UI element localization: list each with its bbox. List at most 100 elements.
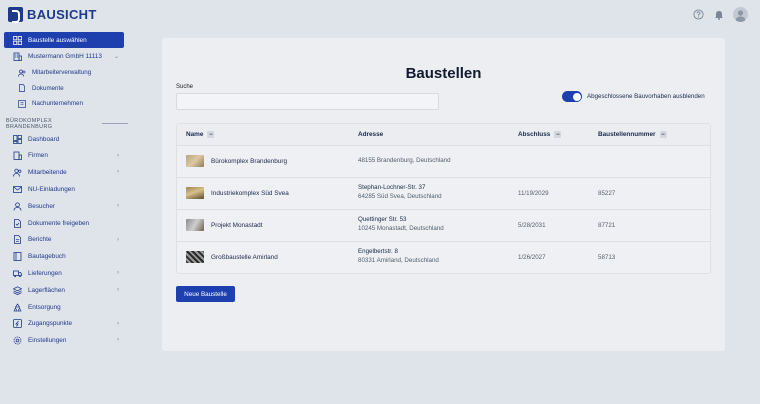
site-thumbnail: [186, 155, 204, 167]
logo[interactable]: BAUSICHT: [8, 7, 97, 23]
site-number: 85227: [598, 190, 616, 197]
table-row[interactable]: Projekt Monastadt Quettinger Str. 53 1024…: [177, 210, 710, 242]
sidebar-item-label: Lieferungen: [28, 270, 62, 278]
sidebar-item-deliveries[interactable]: Lieferungen ›: [0, 265, 128, 282]
recycle-icon: [13, 303, 22, 312]
search-input[interactable]: [176, 93, 439, 110]
site-end-date: 11/19/2029: [518, 190, 549, 197]
sidebar-item-label: Bautagebuch: [28, 253, 66, 261]
site-name: Projekt Monastadt: [211, 222, 263, 229]
site-address: Quettinger Str. 53 10245 Monastadt, Deuts…: [358, 216, 444, 232]
sidebar-item-settings[interactable]: Einstellungen ›: [0, 332, 128, 349]
sidebar-item-label: Firmen: [28, 152, 48, 160]
gear-icon: [13, 336, 22, 345]
dashboard-icon: [13, 134, 22, 144]
site-name: Industriekomplex Süd Svea: [211, 190, 289, 197]
table-row[interactable]: Großbaustelle Amirland Engelbertstr. 8 80…: [177, 242, 710, 274]
sidebar-item-visitors[interactable]: Besucher ›: [0, 198, 128, 215]
avatar[interactable]: [733, 7, 748, 22]
table-row[interactable]: Bürokomplex Brandenburg 48155 Brandenbur…: [177, 146, 710, 178]
column-header-end[interactable]: Abschluss −: [518, 131, 562, 138]
page-title: Baustellen: [405, 65, 482, 82]
sidebar-item-label: Dashboard: [28, 135, 60, 143]
chevron-right-icon: ›: [117, 320, 119, 327]
sidebar-item-dashboard[interactable]: Dashboard: [0, 131, 128, 148]
hide-completed-toggle-wrap: Abgeschlossene Bauvorhaben ausblenden: [562, 91, 705, 102]
toggle-label: Abgeschlossene Bauvorhaben ausblenden: [587, 93, 705, 100]
sidebar-item-label: Nachunternehmen: [32, 100, 83, 108]
sidebar-item-label: Besucher: [28, 202, 55, 210]
sidebar-item-access-points[interactable]: Zugangspunkte ›: [0, 316, 128, 333]
access-icon: [13, 319, 22, 329]
address-street: Quettinger Str. 53: [358, 216, 407, 223]
chevron-right-icon: ›: [117, 337, 119, 344]
sidebar: Baustelle auswählen Mustermann GmbH 1111…: [0, 30, 128, 404]
site-thumbnail: [186, 219, 204, 231]
sort-icon[interactable]: −: [554, 131, 562, 138]
sidebar-item-reports[interactable]: Berichte ›: [0, 232, 128, 249]
bell-icon[interactable]: [713, 9, 724, 20]
chevron-down-icon[interactable]: ⌄: [114, 53, 119, 60]
help-icon[interactable]: [693, 9, 704, 20]
table-header: Name − Adresse Abschluss − Baustellennumme…: [177, 124, 710, 146]
site-address: Stephan-Lochner-Str. 37 64285 Süd Svea, D…: [358, 184, 442, 200]
sidebar-item-invitations[interactable]: NU-Einladungen: [0, 181, 128, 198]
main-panel: Baustellen Suche Abgeschlossene Bauvorha…: [162, 38, 725, 351]
sidebar-item-label: Lagerflächen: [28, 286, 65, 294]
truck-icon: [13, 269, 22, 278]
sidebar-item-disposal[interactable]: Entsorgung: [0, 299, 128, 316]
table-row[interactable]: Industriekomplex Süd Svea Stephan-Lochne…: [177, 178, 710, 210]
sidebar-item-site-diary[interactable]: Bautagebuch: [0, 248, 128, 265]
sidebar-item-storage-areas[interactable]: Lagerflächen ›: [0, 282, 128, 299]
sidebar-item-employees[interactable]: Mitarbeitende ›: [0, 164, 128, 181]
top-bar: BAUSICHT: [0, 0, 760, 30]
site-number: 58713: [598, 254, 616, 261]
sort-icon[interactable]: −: [207, 131, 215, 138]
chevron-right-icon: ›: [117, 169, 119, 176]
chevron-right-icon: ›: [117, 236, 119, 243]
column-header-label: Abschluss: [518, 131, 551, 138]
column-header-address: Adresse: [358, 131, 383, 138]
sidebar-item-subcontractors[interactable]: Nachunternehmen: [0, 96, 128, 112]
site-thumbnail: [186, 187, 204, 199]
sidebar-item-release-documents[interactable]: Dokumente freigeben: [0, 215, 128, 232]
hide-completed-toggle[interactable]: [562, 91, 582, 102]
sidebar-item-label: NU-Einladungen: [28, 186, 75, 194]
site-end-date: 1/26/2027: [518, 254, 546, 261]
address-city: 64285 Süd Svea, Deutschland: [358, 193, 442, 200]
logo-text: BAUSICHT: [27, 7, 97, 22]
column-header-name[interactable]: Name −: [186, 131, 215, 138]
column-header-label: Adresse: [358, 131, 384, 138]
address-street: Engelbertstr. 8: [358, 248, 398, 255]
column-header-label: Name: [186, 131, 204, 138]
address-street: Stephan-Lochner-Str. 37: [358, 184, 426, 191]
user-icon: [13, 202, 22, 211]
sidebar-item-documents[interactable]: Dokumente: [0, 81, 128, 97]
sidebar-item-label: Zugangspunkte: [28, 320, 73, 328]
sidebar-item-organization[interactable]: Mustermann GmbH 11113 ⌄: [0, 48, 128, 65]
sort-icon[interactable]: −: [659, 131, 667, 138]
sidebar-item-select-site[interactable]: Baustelle auswählen: [4, 32, 124, 48]
column-header-number[interactable]: Baustellennummer −: [598, 131, 667, 138]
site-number: 87721: [598, 222, 616, 229]
search-label: Suche: [176, 84, 194, 90]
site-address: Engelbertstr. 8 80331 Amirland, Deutschla…: [358, 248, 439, 264]
site-name: Großbaustelle Amirland: [211, 254, 278, 261]
grid-icon: [13, 35, 22, 45]
book-icon: [13, 252, 22, 262]
company-icon: [18, 100, 26, 108]
sidebar-item-label: Entsorgung: [28, 303, 61, 311]
sidebar-item-label: Mustermann GmbH 11113: [28, 53, 102, 60]
chevron-right-icon: ›: [117, 152, 119, 159]
building-icon: [13, 151, 22, 161]
new-site-button[interactable]: Neue Baustelle: [176, 286, 235, 302]
sidebar-item-label: Berichte: [28, 236, 52, 244]
sites-table: Name − Adresse Abschluss − Baustellennumme…: [176, 123, 711, 274]
sidebar-item-label: Dokumente: [32, 84, 64, 92]
building-icon: [13, 52, 22, 61]
address-city: 10245 Monastadt, Deutschland: [358, 225, 444, 232]
sidebar-item-companies[interactable]: Firmen ›: [0, 148, 128, 165]
sidebar-item-staff-management[interactable]: Mitarbeiterverwaltung: [0, 65, 128, 81]
column-header-label: Baustellennummer: [598, 131, 656, 138]
site-thumbnail: [186, 251, 204, 263]
